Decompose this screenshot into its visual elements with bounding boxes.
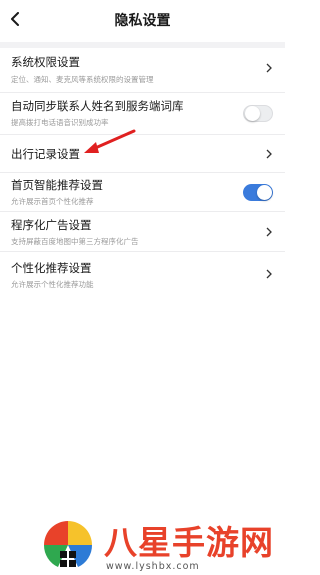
annotation-arrow-icon bbox=[84, 129, 136, 153]
watermark-text: 八星手游网 bbox=[104, 523, 274, 562]
watermark-logo-icon bbox=[43, 521, 93, 567]
watermark-url: www.lyshbx.com bbox=[106, 561, 200, 572]
